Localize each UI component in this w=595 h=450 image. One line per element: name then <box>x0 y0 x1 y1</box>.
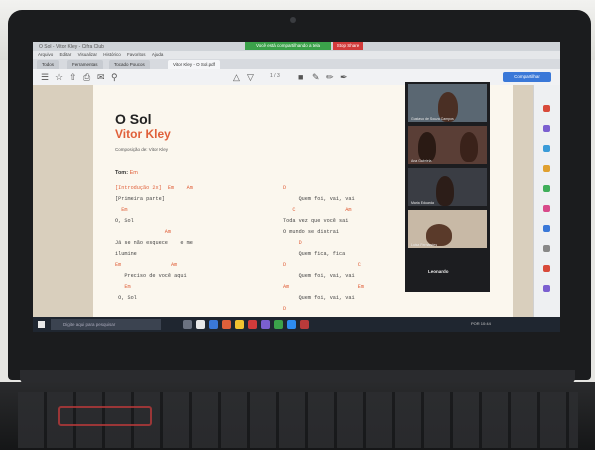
pdf-reader-icon[interactable] <box>300 320 309 329</box>
taskbar-search[interactable]: Digite aqui para pesquisar <box>51 319 161 330</box>
keyboard-red-keys <box>58 406 152 426</box>
app-icon[interactable] <box>196 320 205 329</box>
song-title: O Sol <box>115 111 152 127</box>
tool-icon[interactable] <box>543 105 550 112</box>
sidebar-icon[interactable]: ☰ <box>41 72 49 82</box>
menu-item[interactable]: Visualizar <box>78 52 97 57</box>
menu-item[interactable]: Favoritos <box>127 52 146 57</box>
upload-icon[interactable]: ⇧ <box>69 72 77 82</box>
video-tile[interactable]: Ana Gabriela <box>408 126 487 164</box>
share-notice: Você está compartilhando a tela <box>245 42 331 50</box>
menu-item[interactable]: Histórico <box>103 52 121 57</box>
tool-icon[interactable] <box>543 145 550 152</box>
tab-bar: Todos Ferramentas Tocado Poucos Vitor Kl… <box>33 59 560 69</box>
laptop-screen: O Sol - Vitor Kley - Cifra Club Você est… <box>33 42 560 332</box>
lyric-line: Preciso de você aqui <box>115 273 187 279</box>
lyric-line: Quem fica, fica <box>283 251 346 257</box>
tool-icon[interactable] <box>543 205 550 212</box>
tool-icon[interactable] <box>543 165 550 172</box>
video-tile[interactable]: Gustavo de Souza Campos <box>408 84 487 122</box>
tool-icon[interactable] <box>543 125 550 132</box>
lyric-line: Quem foi, vai, vai <box>283 196 355 202</box>
menu-item[interactable]: Editar <box>60 52 72 57</box>
tab-todos[interactable]: Todos <box>37 60 60 69</box>
tool-icon[interactable] <box>543 225 550 232</box>
next-page-icon[interactable]: ▽ <box>247 72 254 82</box>
chord-line: Em Am <box>115 262 178 268</box>
comment-icon[interactable]: ■ <box>298 72 303 82</box>
chord-line: D C <box>283 262 361 268</box>
tab-active-document[interactable]: Vitor Kley - O Sol.pdf <box>168 60 220 69</box>
tool-icon[interactable] <box>543 185 550 192</box>
tools-side-panel <box>533 85 560 317</box>
menu-item[interactable]: Ajuda <box>152 52 164 57</box>
lyric-line: O mundo se distrai <box>283 229 340 235</box>
search-icon[interactable]: ⚲ <box>111 72 118 82</box>
webcam <box>290 17 296 23</box>
page-indicator: 1 / 3 <box>270 73 280 79</box>
chord-line: [Introdução 2x] Em Am <box>115 185 193 191</box>
mail-icon[interactable]: ✉ <box>97 72 105 82</box>
lyric-line: Quem foi, vai, vai <box>283 273 355 279</box>
lyric-line: [Primeira parte] <box>115 196 165 202</box>
star-icon[interactable]: ☆ <box>55 72 63 82</box>
chord-line: Em <box>115 207 128 213</box>
participant-video <box>460 132 478 162</box>
key-label: Tom: <box>115 170 129 176</box>
lyric-line: ilumine <box>115 251 137 257</box>
chord-line: Em <box>115 284 131 290</box>
pen-icon[interactable]: ✎ <box>312 72 320 82</box>
composer-line: Composição de: Vitor Kley <box>115 147 168 152</box>
participant-name-leonardo: Leonardo <box>428 269 449 274</box>
sign-icon[interactable]: ✒ <box>340 72 348 82</box>
key-line: Tom: Em <box>115 170 138 176</box>
zoom-icon[interactable] <box>287 320 296 329</box>
participant-name: Maria Eduarda <box>411 201 434 205</box>
app-icon[interactable] <box>222 320 231 329</box>
app-icon[interactable] <box>209 320 218 329</box>
participant-video <box>436 176 454 206</box>
chord-line: D <box>283 306 287 312</box>
highlight-icon[interactable]: ✏ <box>326 72 334 82</box>
stop-share-button[interactable]: Stop Share <box>333 42 363 50</box>
window-title: O Sol - Vitor Kley - Cifra Club <box>39 44 104 50</box>
tab-ferramentas[interactable]: Ferramentas <box>67 60 103 69</box>
video-gallery: Gustavo de Souza Campos Ana Gabriela Mar… <box>405 82 490 292</box>
video-tile[interactable]: Luisa Fernandes <box>408 210 487 248</box>
participant-video <box>418 132 436 162</box>
participant-name: Luisa Fernandes <box>411 243 438 247</box>
app-icon[interactable] <box>261 320 270 329</box>
chord-line: Am Em <box>283 284 364 290</box>
chord-line: Am <box>115 229 172 235</box>
share-button[interactable]: Compartilhar <box>503 72 551 82</box>
menu-item[interactable]: Arquivo <box>38 52 53 57</box>
chord-line: D <box>283 185 287 191</box>
tool-icon[interactable] <box>543 265 550 272</box>
lyric-line: O, Sol <box>115 295 137 301</box>
app-icon[interactable] <box>274 320 283 329</box>
app-icon[interactable] <box>248 320 257 329</box>
windows-taskbar: Digite aqui para pesquisar POR 10:44 <box>33 317 560 332</box>
lyric-line: Toda vez que você sai <box>283 218 349 224</box>
previous-page-icon[interactable]: △ <box>233 72 240 82</box>
participant-name: Ana Gabriela <box>411 159 432 163</box>
system-tray: POR 10:44 <box>471 321 491 326</box>
artist-name: Vitor Kley <box>115 127 171 141</box>
participant-name: Gustavo de Souza Campos <box>411 117 454 121</box>
windows-start-icon[interactable] <box>38 321 45 328</box>
tab-tocado[interactable]: Tocado Poucos <box>109 60 150 69</box>
lyric-line: Já se não esquece e me <box>115 240 193 246</box>
task-view-icon[interactable] <box>183 320 192 329</box>
chord-line: D <box>283 240 302 246</box>
folder-icon[interactable] <box>235 320 244 329</box>
tool-icon[interactable] <box>543 245 550 252</box>
video-tile[interactable]: Maria Eduarda <box>408 168 487 206</box>
tool-icon[interactable] <box>543 285 550 292</box>
key-value: Em <box>129 170 138 176</box>
lyric-line: O, Sol <box>115 218 134 224</box>
lyric-line: Quem foi, vai, vai <box>283 295 355 301</box>
print-icon[interactable]: ⎙ <box>83 72 90 82</box>
menu-bar: Arquivo Editar Visualizar Histórico Favo… <box>33 51 560 59</box>
chord-line: C Am <box>283 207 352 213</box>
